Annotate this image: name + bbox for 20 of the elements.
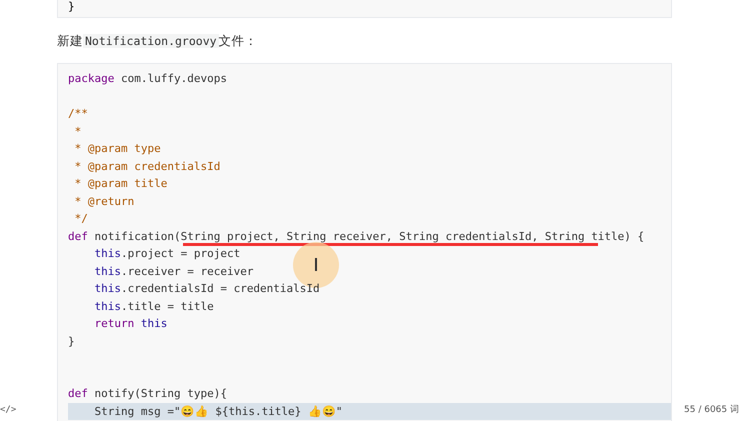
code-line: * @return: [74, 194, 134, 208]
word-count: 55 / 6065 词: [684, 404, 739, 416]
code-line: * @param type: [74, 142, 161, 155]
code-line: }: [68, 334, 75, 348]
code-line: this.project = project: [93, 247, 240, 260]
code-line: * @param credentialsId: [74, 160, 220, 172]
code-line: return this: [93, 317, 168, 330]
selected-code-line: String msg ="😄👍 ${this.title} 👍😄": [93, 404, 343, 418]
code-line: def notify(String type){: [68, 387, 227, 400]
code-line: /**: [68, 107, 88, 120]
code-line: this.title = title: [93, 300, 214, 312]
code-line: *: [74, 124, 82, 138]
code-line: package com.luffy.devops: [68, 72, 227, 85]
code-line: def notification(String project, String receiver, String credentialsId, String title) {: [68, 230, 644, 242]
code-line: this.credentialsId = credentialsId: [93, 282, 320, 295]
code-line: */: [74, 212, 88, 225]
code-line: * @param title: [74, 177, 168, 190]
source-code-toggle[interactable]: </>: [0, 404, 16, 414]
code-line: }: [68, 0, 76, 13]
code-line: this.receiver = receiver: [93, 264, 254, 278]
